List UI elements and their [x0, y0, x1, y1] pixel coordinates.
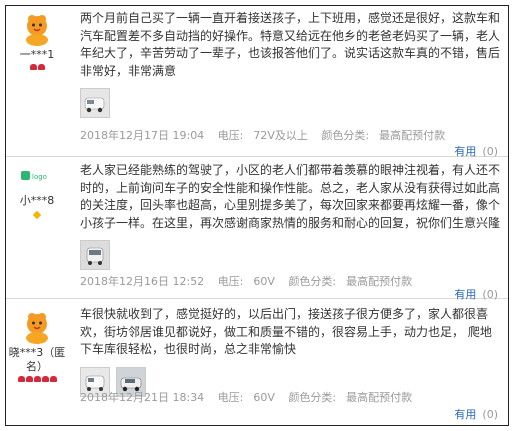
heart-icon [29, 64, 37, 70]
reviews-panel: 一***1 两个月前自己买了一辆一直开着接送孩子，上下班用，感觉还是很好，这款车… [5, 5, 509, 426]
review-content: 两个月前自己买了一辆一直开着接送孩子，上下班用，感觉还是很好，这款车和汽车配置差… [80, 10, 500, 118]
review-photo-thumbnail[interactable] [80, 240, 110, 270]
review-item: 晓***3（匿名） 车很快就收到了，感觉挺好的，以后出门，接送孩子很方便多了，家… [6, 302, 508, 425]
useful-button[interactable]: 有用 [454, 408, 476, 421]
review-content: 老人家已经能熟练的驾驶了，小区的老人们都带着羡慕的眼神注视着，有人还不时的，上前… [80, 162, 500, 270]
reviewer-name: 小***8 [19, 194, 55, 207]
reviewer-name: 晓***3（匿名） [8, 346, 66, 373]
reviewer-level-badges [6, 376, 68, 382]
review-text: 车很快就收到了，感觉挺好的，以后出门，接送孩子很方便多了，家人都很喜欢，街坊邻居… [80, 307, 492, 356]
color-value: 最高配预付款 [379, 129, 446, 142]
color-value: 最高配预付款 [346, 391, 413, 404]
voltage-value: 72V及以上 [253, 129, 308, 142]
heart-icon [49, 376, 57, 382]
useful-control: 有用 (0) [454, 406, 498, 422]
review-text: 两个月前自己买了一辆一直开着接送孩子，上下班用，感觉还是很好，这款车和汽车配置差… [80, 11, 501, 78]
color-label: 颜色分类: [288, 391, 337, 404]
avatar[interactable] [20, 12, 54, 46]
useful-button[interactable]: 有用 [454, 288, 476, 301]
review-photo-thumbnail[interactable] [80, 88, 110, 118]
reviewer-info: 晓***3（匿名） [6, 302, 68, 382]
reviewer-level-badges [6, 210, 68, 220]
useful-button[interactable]: 有用 [454, 145, 476, 158]
color-label: 颜色分类: [321, 129, 370, 142]
useful-control: 有用 (0) [454, 286, 498, 302]
review-meta: 2018年12月17日 19:04 电压: 72V及以上 颜色分类: 最高配预付款 [80, 127, 455, 143]
voltage-value: 60V [253, 391, 275, 404]
useful-control: 有用 (0) [454, 143, 498, 159]
color-value: 最高配预付款 [346, 275, 413, 288]
useful-count: (0) [482, 145, 498, 158]
voltage-label: 电压: [217, 129, 244, 142]
heart-icon [33, 376, 41, 382]
heart-icon [25, 376, 33, 382]
review-meta: 2018年12月16日 12:52 电压: 60V 颜色分类: 最高配预付款 [80, 273, 422, 289]
reviewer-level-badges [6, 64, 68, 70]
useful-count: (0) [482, 408, 498, 421]
reviewer-info: logo 小***8 [6, 158, 68, 220]
voltage-label: 电压: [217, 391, 244, 404]
voltage-label: 电压: [217, 275, 244, 288]
review-content: 车很快就收到了，感觉挺好的，以后出门，接送孩子很方便多了，家人都很喜欢，街坊邻居… [80, 306, 500, 397]
reviewer-info: 一***1 [6, 6, 68, 70]
review-date: 2018年12月21日 18:34 [80, 391, 205, 404]
diamond-icon [32, 210, 42, 220]
color-label: 颜色分类: [288, 275, 337, 288]
reviewer-name: 一***1 [19, 48, 55, 61]
review-date: 2018年12月17日 19:04 [80, 129, 205, 142]
svg-text:logo: logo [32, 173, 47, 181]
heart-icon [37, 64, 45, 70]
review-item: logo 小***8 老人家已经能熟练的驾驶了，小区的老人们都带着羡慕的眼神注视… [6, 158, 508, 302]
review-photos [80, 240, 500, 270]
avatar[interactable]: logo [20, 168, 54, 186]
heart-icon [17, 376, 25, 382]
heart-icon [41, 376, 49, 382]
review-meta: 2018年12月21日 18:34 电压: 60V 颜色分类: 最高配预付款 [80, 389, 422, 405]
voltage-value: 60V [253, 275, 275, 288]
review-photos [80, 88, 500, 118]
review-item: 一***1 两个月前自己买了一辆一直开着接送孩子，上下班用，感觉还是很好，这款车… [6, 6, 508, 159]
review-text: 老人家已经能熟练的驾驶了，小区的老人们都带着羡慕的眼神注视着，有人还不时的，上前… [80, 163, 501, 230]
avatar[interactable] [20, 310, 54, 344]
review-date: 2018年12月16日 12:52 [80, 275, 205, 288]
useful-count: (0) [482, 288, 498, 301]
